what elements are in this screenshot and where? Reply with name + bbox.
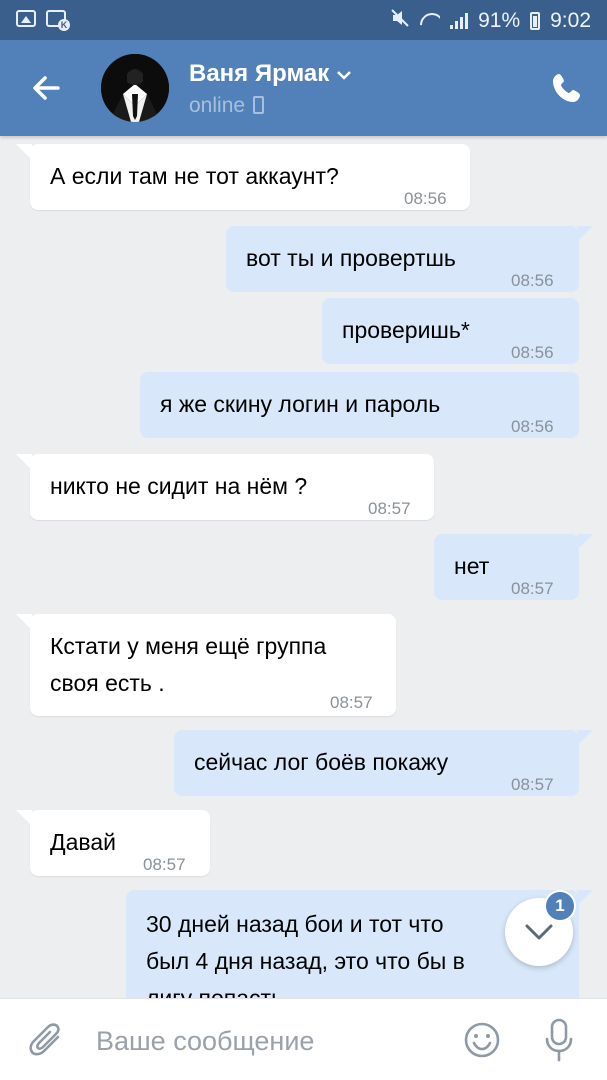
battery-percent: 91% — [478, 8, 521, 32]
message-composer — [0, 998, 607, 1080]
message-line: 30 дней назад бои и тот что — [146, 911, 444, 937]
contact-name: Ваня Ярмак — [189, 60, 330, 87]
call-button[interactable] — [549, 70, 585, 106]
signal-icon — [450, 12, 469, 29]
message-bubble[interactable]: Кстати у меня ещё группа своя есть . 08:… — [16, 614, 396, 716]
mute-icon — [390, 8, 410, 33]
chevron-down-icon — [337, 70, 352, 80]
message-time: 08:56 — [404, 189, 447, 208]
paperclip-icon — [29, 1023, 60, 1056]
message-line: своя есть . — [50, 670, 165, 696]
message-bubble[interactable]: А если там не тот аккаунт? 08:56 — [16, 144, 470, 210]
message-bubble[interactable]: вот ты и провертшь 08:56 — [226, 226, 593, 292]
message-time: 08:57 — [143, 855, 186, 874]
message-list[interactable]: А если там не тот аккаунт? 08:56 вот ты … — [0, 136, 607, 998]
message-text: нет — [454, 553, 490, 579]
message-bubble[interactable]: никто не сидит на нём ? 08:57 — [16, 454, 434, 520]
wifi-icon — [420, 13, 440, 29]
avatar[interactable] — [101, 54, 169, 122]
message-time: 08:56 — [511, 271, 554, 290]
message-line: лигу попасть — [146, 985, 284, 998]
message-time: 08:57 — [368, 499, 411, 518]
contact-status: online — [189, 94, 246, 117]
message-text: А если там не тот аккаунт? — [50, 163, 339, 189]
message-bubble[interactable]: проверишь* 08:56 — [322, 298, 579, 364]
smiley-icon — [464, 1022, 500, 1058]
message-text: Давай — [50, 829, 116, 855]
attach-button[interactable] — [28, 1019, 66, 1061]
clock: 9:02 — [550, 8, 591, 32]
status-bar: 91% 9:02 — [0, 0, 607, 40]
message-input[interactable] — [96, 1021, 436, 1061]
contact-status-row: online — [189, 94, 265, 118]
message-time: 08:57 — [511, 775, 554, 794]
microphone-icon — [545, 1018, 573, 1062]
phone-icon — [553, 74, 580, 102]
message-time: 08:57 — [330, 693, 373, 712]
message-bubble[interactable]: Давай 08:57 — [16, 810, 210, 876]
back-button[interactable] — [28, 70, 64, 106]
message-bubble[interactable]: я же скину логин и пароль 08:56 — [140, 372, 579, 438]
message-line: был 4 дня назад, это что бы в — [146, 948, 465, 974]
battery-icon — [530, 11, 541, 30]
message-text: 30 дней назад бои и тот что был 4 дня на… — [146, 906, 465, 998]
message-time: 08:56 — [511, 343, 554, 362]
mobile-icon — [253, 96, 265, 114]
message-text: Кстати у меня ещё группа своя есть . — [50, 628, 326, 702]
vk-notification-icon — [46, 10, 70, 31]
emoji-button[interactable] — [463, 1021, 501, 1059]
message-bubble[interactable]: нет 08:57 — [434, 534, 593, 600]
message-text: вот ты и провертшь — [246, 245, 456, 271]
message-line: Кстати у меня ещё группа — [50, 633, 327, 659]
message-text: сейчас лог боёв покажу — [194, 749, 449, 775]
back-arrow-icon — [33, 76, 60, 100]
voice-message-button[interactable] — [543, 1017, 575, 1063]
unread-badge: 1 — [544, 890, 576, 922]
message-text: я же скину логин и пароль — [160, 391, 441, 417]
chat-header: Ваня Ярмак online — [0, 40, 607, 136]
gallery-icon — [16, 10, 36, 27]
message-time: 08:57 — [511, 579, 554, 598]
message-text: проверишь* — [342, 317, 470, 343]
message-text: никто не сидит на нём ? — [50, 473, 308, 499]
message-time: 08:56 — [511, 417, 554, 436]
contact-name-row[interactable]: Ваня Ярмак — [189, 60, 352, 88]
message-bubble[interactable]: сейчас лог боёв покажу 08:57 — [174, 730, 593, 796]
